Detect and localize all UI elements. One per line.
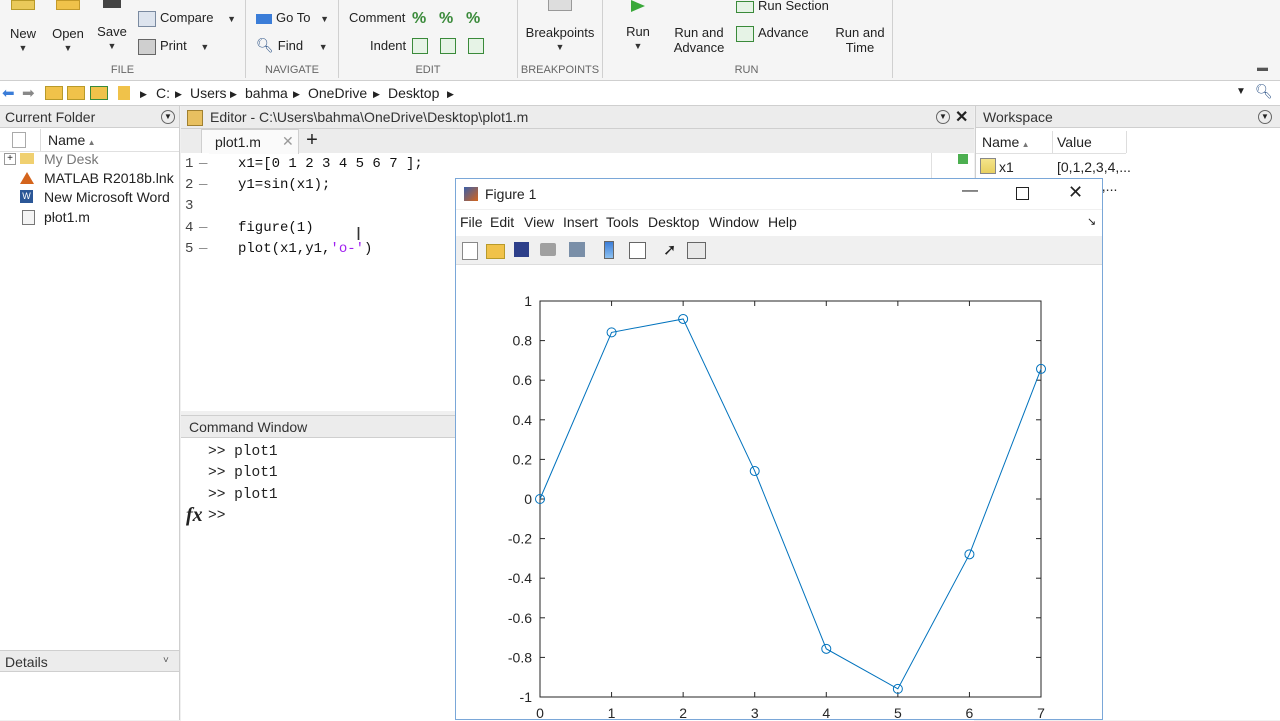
x-tick-label: 1	[608, 705, 616, 720]
y-tick-label: -0.4	[508, 570, 532, 586]
y-tick-label: 0.4	[513, 412, 533, 428]
x-tick-label: 2	[679, 705, 687, 720]
x-tick-label: 6	[966, 705, 974, 720]
x-tick-label: 3	[751, 705, 759, 720]
y-tick-label: -0.2	[508, 531, 532, 547]
y-tick-label: -0.8	[508, 649, 532, 665]
axes-box	[539, 300, 1042, 698]
y-tick-label: -1	[520, 689, 533, 705]
y-tick-label: 1	[524, 293, 532, 309]
y-tick-label: -0.6	[508, 610, 532, 626]
y-tick-label: 0	[524, 491, 532, 507]
x-tick-label: 4	[822, 705, 830, 720]
y-tick-label: 0.6	[513, 372, 533, 388]
x-tick-label: 5	[894, 705, 902, 720]
x-tick-label: 7	[1037, 705, 1045, 720]
x-tick-label: 0	[536, 705, 544, 720]
y-tick-label: 0.2	[513, 451, 533, 467]
y-tick-label: 0.8	[513, 333, 533, 349]
plot-axes[interactable]: 10.80.60.40.20-0.2-0.4-0.6-0.8-10 1 2 3 4 5 6 7	[0, 0, 1280, 720]
